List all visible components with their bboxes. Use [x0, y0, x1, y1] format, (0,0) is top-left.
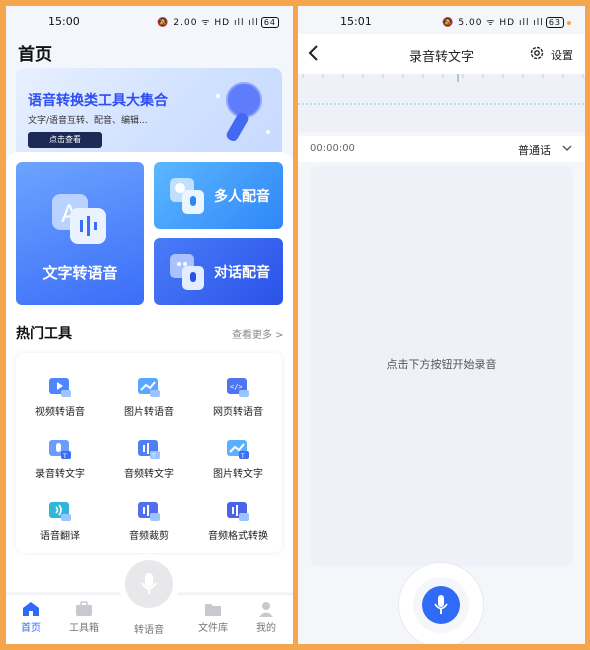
nav-label: 首页: [21, 623, 41, 634]
tool-image-to-speech[interactable]: 图片转语音: [105, 375, 193, 435]
tool-label: 语音翻译: [40, 531, 80, 542]
waveform-timeline: [298, 74, 585, 105]
record-hint: 点击下方按钮开始录音: [386, 358, 497, 371]
tool-label: 网页转语音: [213, 407, 263, 418]
tool-label: 音频转文字: [124, 469, 174, 480]
gear-icon[interactable]: [529, 45, 545, 61]
tool-webpage-to-speech[interactable]: </> 网页转语音: [194, 375, 282, 435]
nav-label: 工具箱: [69, 623, 99, 634]
tool-image-to-text[interactable]: T 图片转文字: [194, 437, 282, 497]
notification-dot: [567, 20, 571, 25]
microphone-illustration-icon: [216, 82, 270, 142]
record-button-outer: [398, 562, 484, 644]
nav-label: 我的: [256, 623, 276, 634]
home-screen: 15:00 🔕 2.00 ᯤ HD ıll ıll 64 首页 语音转换类工具大集…: [6, 6, 293, 644]
text-to-speech-icon: A: [52, 194, 106, 244]
tool-audio-to-text[interactable]: T 音频转文字: [105, 437, 193, 497]
image-text-icon: T: [227, 440, 249, 460]
webpage-icon: </>: [227, 378, 249, 397]
translate-icon: [49, 502, 71, 521]
banner-title: 语音转换类工具大集合: [28, 93, 168, 109]
settings-button[interactable]: 设置: [551, 47, 573, 63]
recording-to-text-screen: 15:01 🔕 5.00 ᯤ HD ıll ıll 63 录音转文字 设置 00:…: [298, 6, 585, 644]
tool-label: 视频转语音: [35, 407, 85, 418]
nav-convert-speech[interactable]: 转语音: [129, 619, 169, 636]
status-icons: 🔕 2.00 ᯤ HD ıll ıll 64: [157, 15, 279, 28]
multi-voice-card[interactable]: 多人配音: [154, 162, 283, 229]
svg-text:T: T: [240, 453, 245, 460]
svg-text:T: T: [151, 453, 156, 460]
dialog-voice-icon: [170, 254, 204, 290]
record-button[interactable]: [422, 586, 460, 624]
status-bar: 15:00 🔕 2.00 ᯤ HD ıll ıll 64: [6, 6, 293, 34]
nav-profile[interactable]: 我的: [246, 599, 286, 634]
tool-label: 音频格式转换: [208, 531, 268, 542]
svg-text:T: T: [62, 453, 67, 460]
text-to-speech-card[interactable]: A 文字转语音: [16, 162, 144, 305]
format-icon: [227, 502, 249, 521]
multi-voice-icon: [170, 178, 204, 214]
tool-audio-format-convert[interactable]: 音频格式转换: [194, 499, 282, 559]
status-icons: 🔕 5.00 ᯤ HD ıll ıll 63: [442, 15, 571, 28]
nav-label: 转语音: [134, 625, 164, 636]
nav-toolbox[interactable]: 工具箱: [64, 599, 104, 634]
nav-label: 文件库: [198, 623, 228, 634]
toolbox-icon: [76, 601, 92, 616]
see-more-link[interactable]: 查看更多 >: [232, 326, 284, 341]
status-indicators: 🔕 2.00 ᯤ HD ıll ıll: [157, 18, 259, 28]
audio-text-icon: T: [138, 440, 160, 460]
tool-label: 图片转文字: [213, 469, 263, 480]
dialog-voice-label: 对话配音: [214, 265, 270, 281]
tool-label: 录音转文字: [35, 469, 85, 480]
mic-text-icon: T: [49, 440, 71, 460]
waveform-area: [298, 74, 585, 132]
banner-subtitle: 文字/语音互转、配音、编辑...: [28, 116, 148, 126]
chevron-down-icon[interactable]: [562, 144, 572, 152]
promo-banner[interactable]: 语音转换类工具大集合 文字/语音互转、配音、编辑... 点击查看: [16, 68, 282, 158]
nav-file-library[interactable]: 文件库: [193, 599, 233, 634]
multi-voice-label: 多人配音: [214, 189, 270, 205]
header-bar: 录音转文字 设置: [298, 34, 585, 74]
status-time: 15:00: [48, 15, 80, 28]
nav-home[interactable]: 首页: [11, 599, 51, 634]
text-to-speech-label: 文字转语音: [42, 264, 118, 282]
convert-speech-fab[interactable]: [119, 554, 179, 614]
status-bar: 15:01 🔕 5.00 ᯤ HD ıll ıll 63: [298, 6, 585, 34]
hot-tools-grid: 视频转语音 图片转语音 </> 网页转语音 T 录音转文字 T 音频转文字 T …: [16, 353, 282, 553]
svg-text:</>: </>: [230, 383, 243, 391]
hot-tools-title: 热门工具: [16, 326, 72, 342]
battery-icon: 64: [260, 17, 279, 28]
tool-label: 图片转语音: [124, 407, 174, 418]
elapsed-time: 00:00:00: [310, 143, 355, 154]
transcript-area: 点击下方按钮开始录音: [310, 166, 573, 566]
language-select[interactable]: 普通话: [518, 142, 551, 158]
timer-row: 00:00:00 普通话: [298, 136, 585, 162]
page-title: 首页: [18, 45, 52, 65]
tool-voice-translate[interactable]: 语音翻译: [16, 499, 104, 559]
user-icon: [259, 602, 273, 617]
fab-circle[interactable]: [125, 560, 173, 608]
status-indicators: 🔕 5.00 ᯤ HD ıll ıll: [442, 18, 544, 28]
battery-icon: 63: [545, 17, 564, 28]
tool-audio-crop[interactable]: 音频裁剪: [105, 499, 193, 559]
record-button-ring: [413, 577, 469, 633]
mic-icon: [434, 595, 448, 614]
video-icon: [49, 378, 71, 397]
dialog-voice-card[interactable]: 对话配音: [154, 238, 283, 305]
banner-view-button[interactable]: 点击查看: [28, 132, 102, 148]
crop-icon: [138, 502, 160, 521]
tool-label: 音频裁剪: [129, 531, 169, 542]
image-icon: [138, 378, 160, 397]
mic-icon: [141, 573, 157, 594]
folder-icon: [205, 604, 221, 616]
tool-video-to-speech[interactable]: 视频转语音: [16, 375, 104, 435]
tool-recording-to-text[interactable]: T 录音转文字: [16, 437, 104, 497]
status-time: 15:01: [340, 15, 372, 28]
home-icon: [23, 602, 39, 616]
